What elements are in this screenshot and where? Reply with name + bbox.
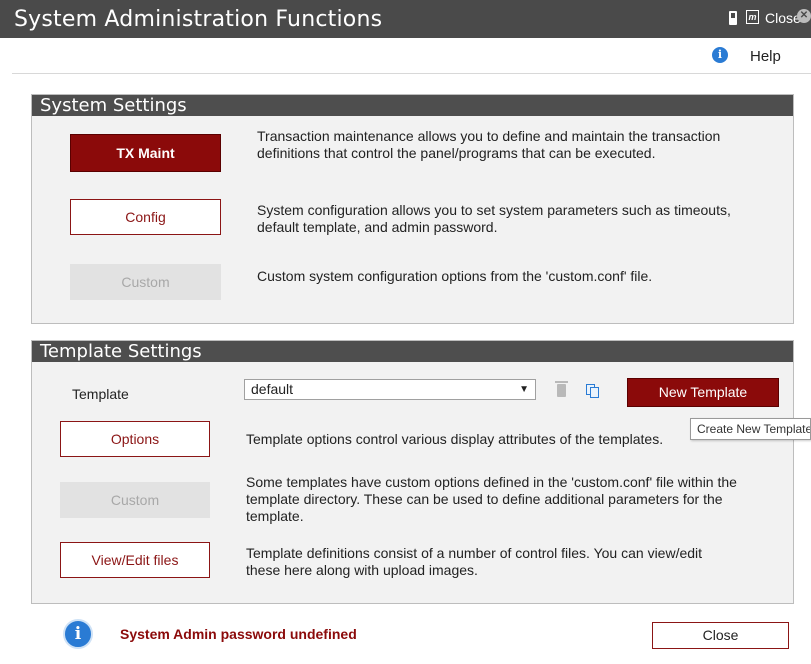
system-custom-button: Custom <box>70 264 221 300</box>
options-description: Template options control various display… <box>246 431 664 447</box>
document-icon[interactable]: m <box>746 10 759 24</box>
template-select-value: default <box>251 381 294 397</box>
template-settings-heading: Template Settings <box>32 341 793 362</box>
view-edit-files-button[interactable]: View/Edit files <box>60 542 210 578</box>
title-bar: System Administration Functions m Close … <box>0 0 811 38</box>
window-title: System Administration Functions <box>14 7 383 32</box>
template-custom-description: Some templates have custom options defin… <box>246 474 737 524</box>
close-button[interactable]: Close <box>652 622 789 649</box>
status-message: System Admin password undefined <box>120 626 357 642</box>
options-button[interactable]: Options <box>60 421 210 457</box>
template-select[interactable]: default ▼ <box>244 379 536 400</box>
template-label: Template <box>72 386 129 402</box>
new-template-button[interactable]: New Template <box>627 378 779 407</box>
delete-template-icon[interactable] <box>555 381 568 397</box>
template-custom-button: Custom <box>60 482 210 518</box>
config-button[interactable]: Config <box>70 199 221 235</box>
window-close-link[interactable]: Close <box>765 10 801 26</box>
info-icon: i <box>63 619 93 649</box>
system-custom-description: Custom system configuration options from… <box>257 268 653 284</box>
tx-maint-button[interactable]: TX Maint <box>70 134 221 172</box>
close-icon[interactable]: ✕ <box>797 9 811 23</box>
tx-maint-description: Transaction maintenance allows you to de… <box>257 128 721 161</box>
copy-template-icon[interactable] <box>586 384 600 398</box>
mobile-icon[interactable] <box>729 11 737 25</box>
chevron-down-icon: ▼ <box>519 384 529 395</box>
view-edit-description: Template definitions consist of a number… <box>246 545 703 578</box>
system-settings-heading: System Settings <box>32 95 793 116</box>
info-icon[interactable]: i <box>712 47 728 63</box>
help-link[interactable]: Help <box>750 48 781 65</box>
config-description: System configuration allows you to set s… <box>257 202 731 235</box>
toolbar: i Help <box>12 38 811 74</box>
new-template-tooltip: Create New Template <box>690 418 811 440</box>
